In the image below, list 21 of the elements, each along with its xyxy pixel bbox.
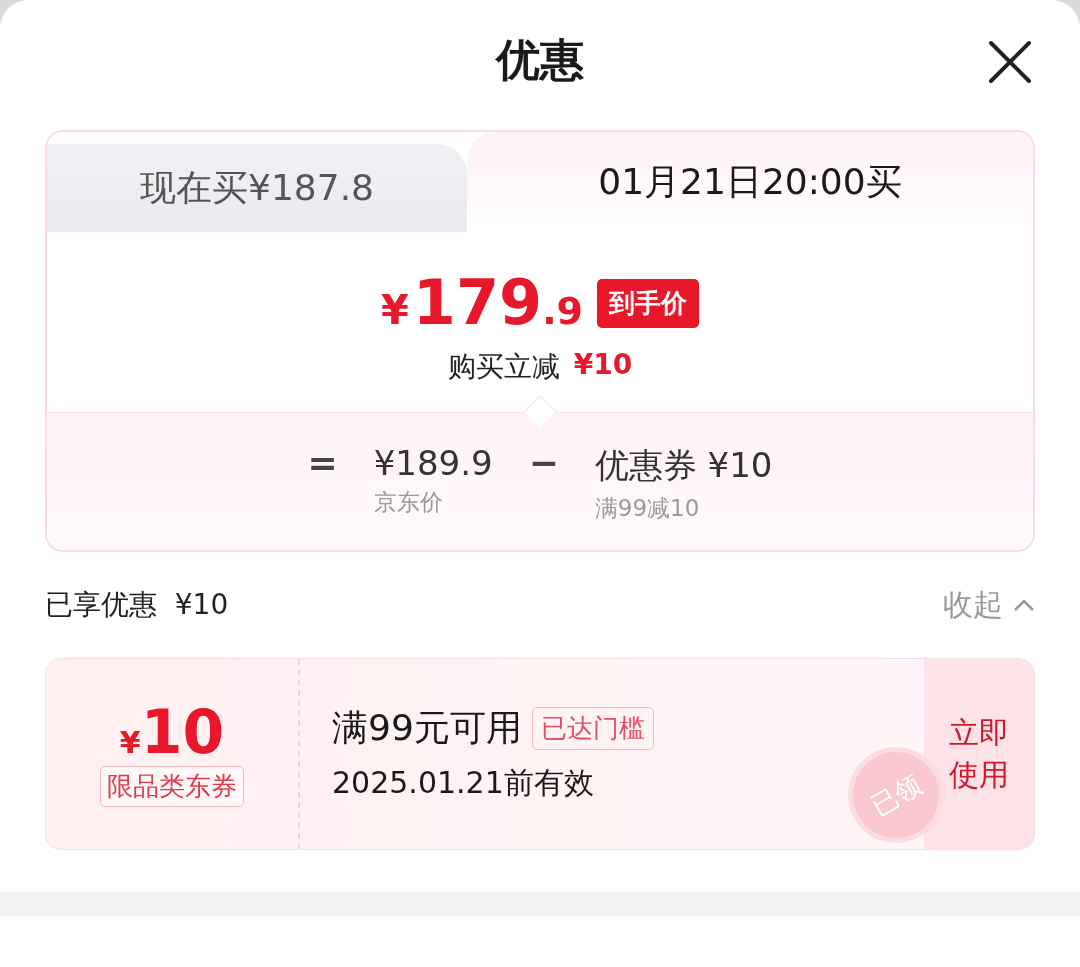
term-value: 优惠券 ¥10 — [594, 444, 773, 487]
coupon-amount: ¥10 — [119, 701, 225, 762]
threshold-tag: 已达门槛 — [531, 707, 654, 750]
sheet-title: 优惠 — [496, 32, 584, 87]
use-now-button[interactable]: 立即使用 — [924, 659, 1034, 849]
term-note: 满99减10 — [594, 494, 701, 523]
close-icon[interactable] — [988, 40, 1032, 84]
saving-value: ¥10 — [573, 348, 633, 383]
term-value: ¥189.9 — [373, 443, 493, 483]
price-badge: 到手价 — [597, 278, 700, 328]
operator-sign: − — [528, 443, 559, 483]
discount-summary: 已享优惠 ¥10 — [45, 587, 229, 623]
coupon-condition: 满99元可用 — [332, 706, 522, 750]
chevron-icon — [1013, 598, 1035, 612]
saving-label: 购买立减 — [447, 349, 560, 385]
term-note: 京东价 — [373, 488, 444, 517]
coupon-type-tag: 限品类东券 — [100, 765, 244, 807]
final-price: ¥179.9 — [380, 272, 584, 334]
operator-sign: = — [307, 443, 338, 483]
coupon-validity: 2025.01.21前有效 — [332, 764, 594, 802]
tab[interactable]: 现在买¥187.8 — [47, 144, 467, 232]
